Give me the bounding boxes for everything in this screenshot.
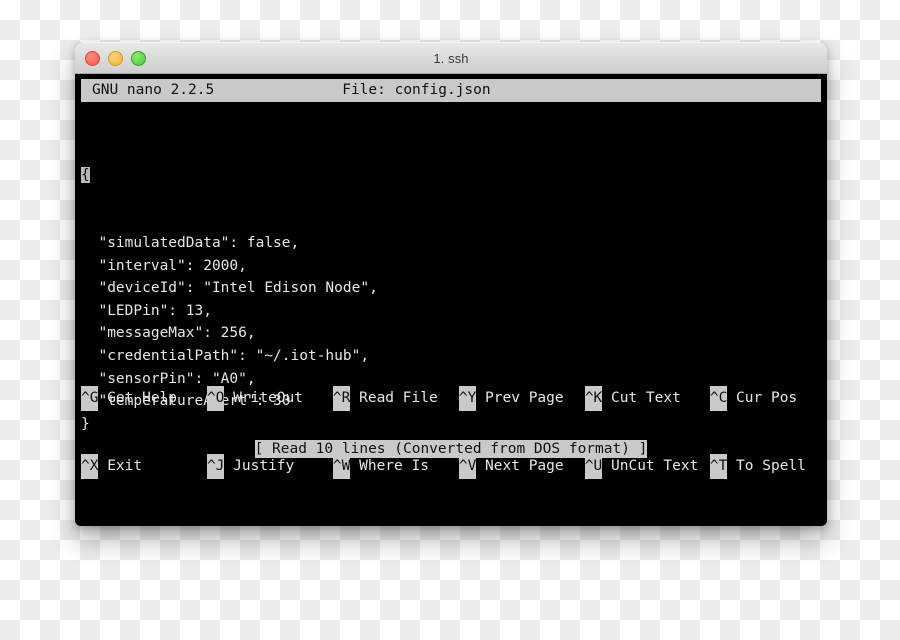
shortcut-key: ^Y [458, 386, 477, 412]
shortcut-label: Justify [224, 458, 295, 475]
shortcut-label: Prev Page [476, 390, 564, 407]
shortcut-get-help[interactable]: ^G Get Help [81, 386, 207, 412]
shortcut-row-2: ^X Exit ^J Justify ^W Where Is ^V Next Page… [81, 454, 821, 479]
shortcut-uncut-text[interactable]: ^U UnCut Text [584, 454, 710, 479]
shortcut-key: ^V [458, 454, 477, 479]
code-line-cursor: { [81, 164, 821, 187]
shortcut-exit[interactable]: ^X Exit [81, 454, 207, 479]
shortcut-next-page[interactable]: ^V Next Page [458, 454, 585, 479]
shortcut-key: ^O [206, 386, 225, 412]
code-line: "simulatedData": false, [81, 234, 300, 251]
shortcut-key: ^X [81, 454, 99, 479]
shortcut-cut-text[interactable]: ^K Cut Text [584, 386, 710, 412]
shortcut-key: ^U [584, 454, 603, 479]
shortcut-label: Next Page [476, 458, 564, 475]
shortcut-prev-page[interactable]: ^Y Prev Page [458, 386, 585, 412]
shortcut-row-1: ^G Get Help ^O WriteOut ^R Read File ^Y Pre… [81, 386, 821, 412]
close-window-button[interactable] [85, 50, 100, 66]
shortcut-key: ^K [584, 386, 603, 412]
shortcut-label: UnCut Text [602, 458, 699, 475]
terminal-content[interactable]: GNU nano 2.2.5 File: config.json { "simu… [75, 74, 827, 525]
shortcut-label: Cut Text [602, 390, 681, 407]
shortcut-label: Where Is [350, 458, 429, 475]
terminal-window[interactable]: 1. ssh GNU nano 2.2.5 File: config.json … [75, 42, 827, 526]
code-line: "deviceId": "Intel Edison Node", [81, 280, 378, 297]
shortcut-cur-pos[interactable]: ^C Cur Pos [709, 386, 821, 412]
shortcut-key: ^J [206, 454, 225, 479]
window-title-bar[interactable]: 1. ssh [75, 42, 827, 74]
window-title: 1. ssh [433, 50, 469, 66]
code-line: "interval": 2000, [81, 257, 247, 274]
shortcut-to-spell[interactable]: ^T To Spell [709, 454, 821, 479]
shortcut-label: Get Help [98, 390, 178, 407]
shortcut-key: ^G [81, 386, 99, 412]
shortcut-label: Exit [98, 458, 143, 475]
maximize-window-button[interactable] [131, 50, 146, 66]
nano-shortcut-bar[interactable]: ^G Get Help ^O WriteOut ^R Read File ^Y Pre… [81, 342, 821, 523]
minimize-window-button[interactable] [108, 50, 123, 66]
shortcut-key: ^R [332, 386, 351, 412]
shortcut-read-file[interactable]: ^R Read File [332, 386, 459, 412]
shortcut-label: To Spell [727, 458, 806, 475]
shortcut-key: ^T [709, 454, 728, 479]
nano-header-bar: GNU nano 2.2.5 File: config.json [81, 79, 821, 102]
shortcut-writeout[interactable]: ^O WriteOut [206, 386, 333, 412]
nano-version-label: GNU nano 2.2.5 [92, 82, 215, 98]
code-line: "LEDPin": 13, [81, 302, 212, 319]
shortcut-label: Cur Pos [727, 390, 798, 407]
shortcut-label: WriteOut [224, 390, 303, 407]
window-controls [75, 50, 146, 66]
text-cursor: { [81, 167, 90, 184]
shortcut-where-is[interactable]: ^W Where Is [332, 454, 459, 479]
shortcut-label: Read File [350, 390, 438, 407]
shortcut-key: ^C [709, 386, 728, 412]
shortcut-justify[interactable]: ^J Justify [206, 454, 333, 479]
nano-filename-label: File: config.json [342, 82, 491, 98]
shortcut-key: ^W [332, 454, 351, 479]
